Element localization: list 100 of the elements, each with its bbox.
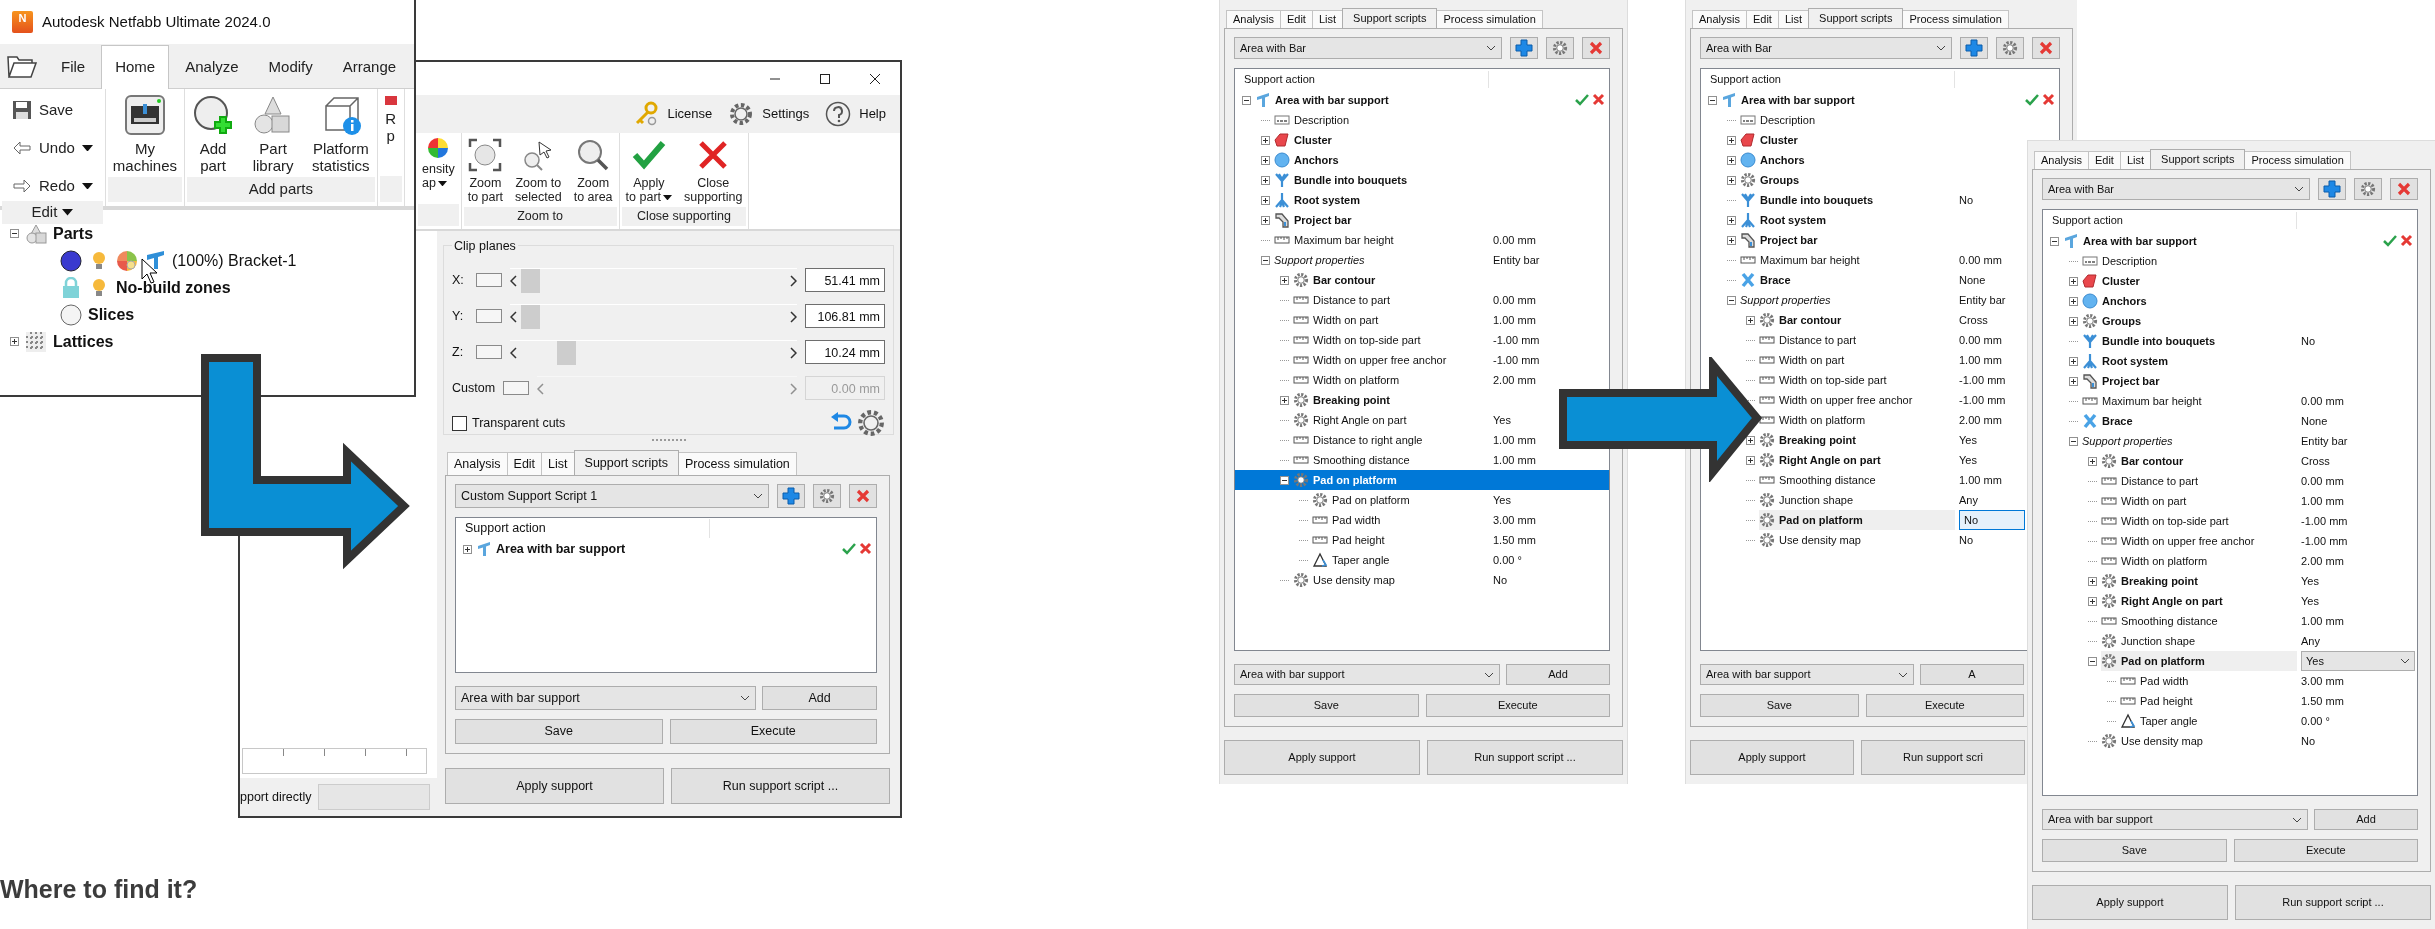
tree-row[interactable]: Use density map No xyxy=(2101,731,2316,751)
expand-toggle[interactable] xyxy=(1727,135,1736,145)
tree-row[interactable]: Support properties Entity bar xyxy=(1274,250,1540,270)
tree-row[interactable]: Brace None xyxy=(2082,411,2328,431)
add-action-button[interactable]: A xyxy=(1920,664,2024,685)
save-button[interactable]: Save xyxy=(1700,694,1859,717)
add-button[interactable] xyxy=(2318,178,2346,200)
apply-support-button[interactable]: Apply support xyxy=(2032,885,2228,920)
tree-row[interactable]: Bundle into bouquets xyxy=(1274,170,1493,190)
tree-row[interactable]: Smoothing distance 1.00 mm xyxy=(2101,611,2344,631)
tree-row[interactable]: Project bar xyxy=(2082,371,2301,391)
ribbon-tab[interactable]: Home xyxy=(101,45,170,89)
expand-toggle[interactable] xyxy=(1727,235,1736,245)
collapse-toggle[interactable] xyxy=(1727,295,1736,305)
apply-button[interactable]: Apply to part xyxy=(621,136,676,207)
tree-row[interactable]: Bar contour Cross xyxy=(2101,451,2330,471)
expand-toggle[interactable] xyxy=(1280,275,1289,285)
tab[interactable]: List xyxy=(541,452,575,475)
expand-toggle[interactable] xyxy=(463,544,472,554)
tab[interactable]: Process simulation xyxy=(2244,151,2351,169)
expand-toggle[interactable] xyxy=(2088,596,2097,606)
tab[interactable]: Process simulation xyxy=(677,452,797,475)
tab[interactable]: List xyxy=(1777,10,1810,28)
tab[interactable]: Support scripts xyxy=(1808,8,1904,28)
slider-thumb[interactable] xyxy=(520,268,540,293)
apply-support-button[interactable]: Apply support xyxy=(445,768,664,804)
value-field[interactable]: 51.41 mm xyxy=(805,268,885,292)
check-icon[interactable] xyxy=(1575,93,1589,107)
expand-toggle[interactable] xyxy=(1746,315,1755,325)
script-dropdown[interactable]: Area with Bar xyxy=(1700,37,1952,59)
redo-button[interactable]: Redo xyxy=(2,171,103,201)
machines-button[interactable]: My machines xyxy=(107,92,183,177)
checkbox[interactable] xyxy=(452,415,467,431)
settings-button[interactable] xyxy=(1546,37,1574,59)
expand-toggle[interactable] xyxy=(2069,376,2078,386)
tree-row[interactable]: Project bar xyxy=(1274,210,1493,230)
expand-toggle[interactable] xyxy=(1727,155,1736,165)
tree-row[interactable]: Width on platform 2.00 mm xyxy=(1759,410,2002,430)
tree-row[interactable]: Distance to part 0.00 mm xyxy=(1759,330,2002,350)
tree-row[interactable]: Width on part 1.00 mm xyxy=(2101,491,2344,511)
run-script-button[interactable]: Run support scri xyxy=(1861,740,2025,775)
collapse-toggle[interactable] xyxy=(2050,236,2059,246)
plane-toggle[interactable] xyxy=(476,345,502,359)
cross-icon[interactable] xyxy=(2400,234,2413,247)
expand-toggle[interactable] xyxy=(2069,316,2078,326)
value-field[interactable]: 106.81 mm xyxy=(805,304,885,328)
folder-icon[interactable] xyxy=(7,54,37,78)
ribbon-tab[interactable]: Analyze xyxy=(171,46,253,88)
tab[interactable]: Edit xyxy=(506,452,543,475)
tree-row[interactable]: Pad height 1.50 mm xyxy=(2120,691,2344,711)
save-button[interactable]: Save xyxy=(455,719,663,744)
tree-row[interactable]: Description xyxy=(2082,251,2301,271)
tree-row[interactable]: Pad width 3.00 mm xyxy=(2120,671,2344,691)
collapse-toggle[interactable] xyxy=(1708,95,1717,105)
delete-button[interactable] xyxy=(2390,178,2418,200)
action-dropdown[interactable]: Area with bar support xyxy=(1234,664,1500,685)
expand-toggle[interactable] xyxy=(1261,135,1270,145)
expand-toggle[interactable] xyxy=(2069,356,2078,366)
tree-item[interactable]: No-build zones xyxy=(116,275,231,300)
tab[interactable]: Process simulation xyxy=(1902,10,2009,28)
run-script-button[interactable]: Run support script ... xyxy=(671,768,890,804)
execute-button[interactable]: Execute xyxy=(2233,839,2418,862)
execute-button[interactable]: Execute xyxy=(1425,694,1610,717)
delete-button[interactable] xyxy=(849,484,877,508)
tree-row[interactable]: Width on part 1.00 mm xyxy=(1293,310,1536,330)
tree-row[interactable]: Breaking point Yes xyxy=(1759,430,1977,450)
tree-row[interactable]: Right Angle on part Yes xyxy=(1293,410,1511,430)
tree-row[interactable]: Description xyxy=(1274,110,1493,130)
tree-row[interactable]: Right Angle on part Yes xyxy=(1759,450,1977,470)
tree-row[interactable]: Pad on platform Yes xyxy=(1312,490,1511,510)
tree-row[interactable]: Maximum bar height 0.00 mm xyxy=(2082,391,2344,411)
tree-row[interactable]: Anchors xyxy=(2082,291,2301,311)
tree-row[interactable]: Support properties Entity bar xyxy=(2082,431,2348,451)
statistics-button[interactable]: Platform statistics xyxy=(307,92,375,177)
collapse-toggle[interactable] xyxy=(1242,95,1251,105)
tree-row[interactable]: Bar contour Cross xyxy=(1759,310,1988,330)
add-button[interactable] xyxy=(1510,37,1538,59)
undo-button[interactable]: Undo xyxy=(2,133,103,163)
tree-row[interactable]: Width on top-side part -1.00 mm xyxy=(1293,330,1540,350)
execute-button[interactable]: Execute xyxy=(1865,694,2024,717)
tab[interactable]: Analysis xyxy=(1226,10,1281,28)
script-dropdown[interactable]: Custom Support Script 1 xyxy=(455,484,769,508)
license-button[interactable]: License xyxy=(633,101,713,127)
tree-row[interactable]: Use density map No xyxy=(1759,530,1974,550)
expand-toggle[interactable] xyxy=(2088,456,2097,466)
tree-row[interactable]: Junction shape Any xyxy=(2101,631,2320,651)
run-script-button[interactable]: Run support script ... xyxy=(2235,885,2431,920)
tree-row[interactable]: Width on upper free anchor -1.00 mm xyxy=(2101,531,2348,551)
tree-item[interactable]: Parts xyxy=(53,221,94,246)
tree-row[interactable]: Root system xyxy=(1740,210,1959,230)
tree-row[interactable]: Smoothing distance 1.00 mm xyxy=(1759,470,2002,490)
tree-row[interactable]: Maximum bar height 0.00 mm xyxy=(1274,230,1536,250)
tree-row[interactable]: Width on platform 2.00 mm xyxy=(1293,370,1536,390)
tree-row[interactable]: Root system xyxy=(1274,190,1493,210)
ribbon-tab[interactable]: File xyxy=(47,46,100,88)
check-icon[interactable] xyxy=(2025,93,2039,107)
tree-row[interactable]: Pad on platform xyxy=(1235,470,1609,490)
tree-row[interactable]: Right Angle on part Yes xyxy=(2101,591,2319,611)
delete-button[interactable] xyxy=(2032,37,2060,59)
action-dropdown[interactable]: Area with bar support xyxy=(1700,664,1914,685)
